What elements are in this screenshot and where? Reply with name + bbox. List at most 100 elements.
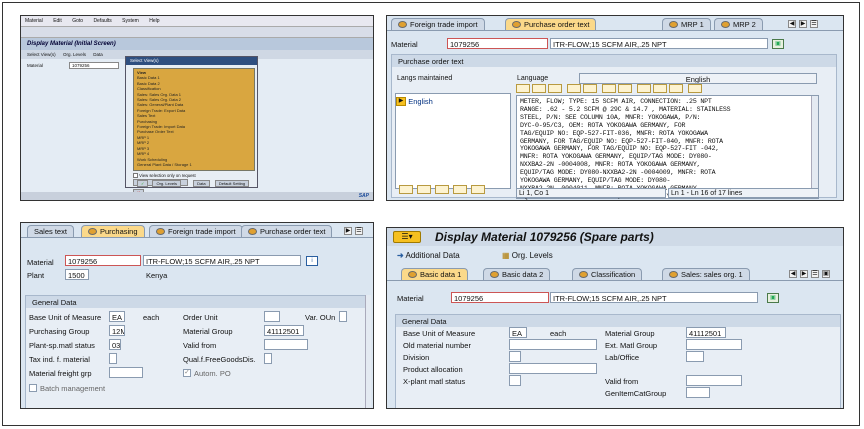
tab-purchasing[interactable]: Purchasing	[81, 225, 145, 237]
title-bar: ☰▾ Display Material 1079256 (Spare parts…	[387, 228, 843, 246]
download-icon[interactable]	[669, 84, 683, 93]
find-icon[interactable]	[602, 84, 616, 93]
tab-scroll-right-icon[interactable]: ▶	[800, 270, 808, 278]
text-line: YOKOGAWA GERMANY, FOR TAG/EQUIP NO: EQP-…	[520, 145, 720, 153]
tab-sales-text[interactable]: Sales text	[27, 225, 74, 237]
batch-management-checkbox[interactable]	[29, 384, 37, 392]
tab-classification[interactable]: Classification	[572, 268, 643, 280]
tab-settings-icon[interactable]: ▣	[822, 270, 830, 278]
tab-mrp-1[interactable]: MRP 1	[662, 18, 711, 30]
tab-basic-data-1[interactable]: Basic data 1	[401, 268, 469, 280]
display-icon[interactable]	[453, 185, 467, 194]
additional-data-button[interactable]: ➜ Additional Data	[397, 251, 460, 260]
qual-free-goods-label: Qual.f.FreeGoodsDis.	[183, 355, 256, 364]
var-oun-field[interactable]	[339, 311, 347, 322]
tab-status-icon	[88, 228, 97, 235]
org-levels-button[interactable]: ▦ Org. Levels	[502, 251, 553, 260]
ext-matl-group-label: Ext. Matl Group	[605, 341, 658, 350]
tab-list-icon[interactable]: ☰	[811, 270, 819, 278]
info-icon[interactable]: ▣	[767, 293, 779, 303]
select-views-dialog: Select View(s) View Basic Data 1 Basic Dat…	[125, 56, 258, 196]
langs-maintained-label: Langs maintained	[397, 75, 453, 82]
purchase-order-text-editor[interactable]: METER, FLOW; TYPE: 15 SCFM AIR, CONNECTI…	[516, 95, 819, 200]
info-icon[interactable]: ▣	[772, 39, 784, 49]
valid-from-field[interactable]	[264, 339, 308, 350]
tab-foreign-trade-import[interactable]: Foreign trade import	[391, 18, 485, 30]
data-button[interactable]: Data	[93, 52, 103, 57]
upload-icon[interactable]	[653, 84, 667, 93]
product-allocation-field[interactable]	[509, 363, 597, 374]
tab-divider	[387, 30, 843, 31]
freight-group-field[interactable]	[109, 367, 143, 378]
ext-matl-group-field[interactable]	[686, 339, 742, 350]
print-icon[interactable]	[688, 84, 702, 93]
tab-scroll-left-icon[interactable]: ◀	[788, 20, 796, 28]
replace-icon[interactable]	[618, 84, 632, 93]
menu-system[interactable]: System	[122, 18, 139, 24]
tab-list-icon[interactable]: ☰	[355, 227, 363, 235]
tax-indicator-field[interactable]	[109, 353, 117, 364]
material-input[interactable]: 1079256	[451, 292, 549, 303]
more-icon[interactable]	[471, 185, 485, 194]
autom-po-checkbox[interactable]: ✓	[183, 369, 191, 377]
data-dialog-button[interactable]: Data	[193, 180, 210, 187]
select-views-button[interactable]: Select View(s)	[27, 52, 56, 57]
view-item[interactable]: General Plant Data / Storage 1	[137, 162, 251, 167]
language-row-english[interactable]: ▶ English	[396, 97, 510, 108]
tab-foreign-trade-import[interactable]: Foreign trade import	[149, 225, 243, 237]
base-uom-field: EA	[509, 327, 527, 338]
menu-goto[interactable]: Goto	[72, 18, 83, 24]
tab-scroll-left-icon[interactable]: ◀	[789, 270, 797, 278]
gen-item-cat-group-field[interactable]	[686, 387, 710, 398]
cut-icon[interactable]	[516, 84, 530, 93]
menu-edit[interactable]: Edit	[53, 18, 62, 24]
paste-icon[interactable]	[548, 84, 562, 93]
copy-icon[interactable]	[532, 84, 546, 93]
editor-icon[interactable]	[435, 185, 449, 194]
redo-icon[interactable]	[583, 84, 597, 93]
undo-icon[interactable]	[567, 84, 581, 93]
menu-help[interactable]: Help	[149, 18, 159, 24]
default-setting-button[interactable]: Default Setting	[214, 180, 250, 187]
tab-strip: Basic data 1 Basic data 2 Classification…	[387, 266, 843, 280]
menu-material[interactable]: Material	[25, 18, 43, 24]
vertical-scrollbar[interactable]	[365, 295, 371, 408]
delete-language-icon[interactable]	[417, 185, 431, 194]
arrow-right-icon: ➜	[397, 251, 404, 260]
material-input[interactable]: 1079256	[65, 255, 141, 266]
material-input[interactable]: 1079256	[447, 38, 548, 49]
tab-sales-org-1[interactable]: Sales: sales org. 1	[662, 268, 750, 280]
text-scrollbar[interactable]	[811, 96, 818, 198]
xplant-status-field[interactable]	[509, 375, 521, 386]
order-unit-field[interactable]	[264, 311, 280, 322]
division-field[interactable]	[509, 351, 521, 362]
group-title: General Data	[396, 315, 840, 327]
tab-status-icon	[579, 271, 588, 278]
tab-mrp-2[interactable]: MRP 2	[714, 18, 763, 30]
tab-purchase-order-text[interactable]: Purchase order text	[505, 18, 597, 30]
tab-scroll-right-icon[interactable]: ▶	[799, 20, 807, 28]
base-uom-label: Base Unit of Measure	[29, 313, 102, 322]
old-material-number-label: Old material number	[403, 341, 471, 350]
menu-icon[interactable]: ☰▾	[393, 231, 421, 243]
material-input[interactable]: 1079256	[69, 62, 119, 69]
info-icon[interactable]: i	[306, 256, 318, 266]
tab-basic-data-2[interactable]: Basic data 2	[483, 268, 551, 280]
new-language-icon[interactable]	[399, 185, 413, 194]
org-levels-dialog-button[interactable]: ✓ Org. Levels	[133, 179, 188, 187]
text-line: MNFR: ROTA YOKOGAWA GERMANY, EQUIP/TAG M…	[520, 153, 712, 161]
sap-logo: SAP	[358, 193, 369, 199]
tab-purchase-order-text[interactable]: Purchase order text	[241, 225, 333, 237]
old-material-number-field[interactable]	[509, 339, 597, 350]
insert-icon[interactable]	[637, 84, 651, 93]
plant-label: Plant	[27, 271, 45, 280]
org-levels-button[interactable]: Org. Levels	[63, 52, 86, 57]
qual-free-goods-field[interactable]	[264, 353, 272, 364]
lab-office-field[interactable]	[686, 351, 704, 362]
tab-list-icon[interactable]: ☰	[810, 20, 818, 28]
valid-from-field[interactable]	[686, 375, 742, 386]
text-lines: METER, FLOW; TYPE: 15 SCFM AIR, CONNECTI…	[520, 98, 810, 200]
batch-management-label: Batch management	[40, 384, 106, 393]
tab-scroll-right-icon[interactable]: ▶	[344, 227, 352, 235]
menu-defaults[interactable]: Defaults	[93, 18, 111, 24]
